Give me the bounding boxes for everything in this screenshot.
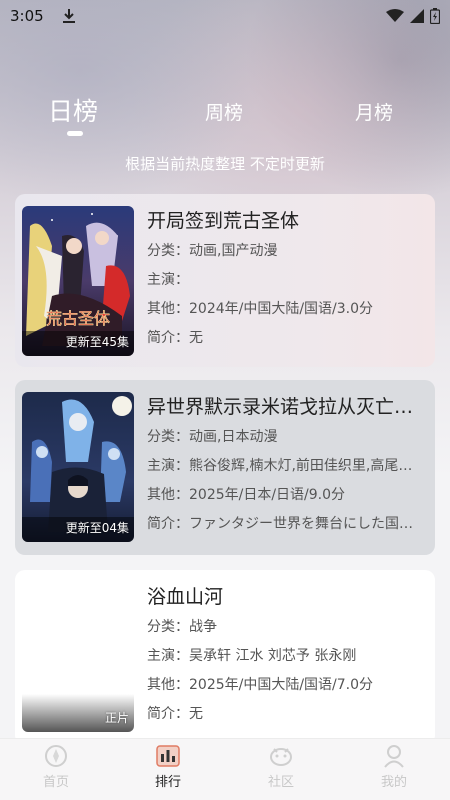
active-tab-indicator [67, 131, 83, 136]
item-cast: 主演：吴承轩 江水 刘芯予 张永刚 [147, 648, 357, 664]
status-bar: 3:05 [0, 0, 450, 32]
ranking-item[interactable]: 正片 浴血山河 分类：战争 主演：吴承轩 江水 刘芯予 张永刚 其他：2025年… [15, 570, 435, 745]
item-title: 异世界默示录米诺戈拉从灭亡… [147, 396, 414, 418]
nav-label: 我的 [380, 775, 407, 790]
nav-label: 社区 [267, 775, 294, 790]
item-intro: 简介：ファンタジー世界を舞台にした国… [147, 516, 413, 532]
episode-badge: 正片 [104, 711, 129, 725]
ranking-item[interactable]: 荒古圣体 更新至45集 开局签到荒古圣体 分类：动画,国产动漫 主演： 其他：2… [15, 194, 435, 367]
nav-label: 首页 [42, 775, 69, 790]
item-intro: 简介：无 [147, 330, 203, 346]
item-info: 开局签到荒古圣体 分类：动画,国产动漫 主演： 其他：2024年/中国大陆/国语… [147, 206, 427, 350]
item-cast: 主演： [147, 272, 189, 288]
item-category: 分类：战争 [147, 619, 217, 635]
episode-badge: 更新至45集 [65, 335, 129, 349]
item-title: 浴血山河 [147, 586, 224, 608]
signal-icon [410, 9, 424, 23]
item-title: 开局签到荒古圣体 [147, 210, 300, 232]
wifi-icon [386, 9, 404, 22]
battery-icon [430, 8, 440, 24]
ranking-item[interactable]: 更新至04集 异世界默示录米诺戈拉从灭亡… 分类：动画,日本动漫 主演：熊谷俊辉… [15, 380, 435, 555]
item-category: 分类：动画,日本动漫 [147, 429, 278, 445]
poster-title-art: 荒古圣体 [46, 309, 110, 328]
episode-badge: 更新至04集 [65, 521, 129, 535]
download-icon [62, 9, 75, 23]
status-time: 3:05 [10, 7, 44, 25]
item-info: 浴血山河 分类：战争 主演：吴承轩 江水 刘芯予 张永刚 其他：2025年/中国… [147, 582, 427, 726]
item-intro: 简介：无 [147, 706, 203, 722]
tab-weekly[interactable]: 周榜 [205, 98, 243, 125]
nav-ranking[interactable]: 排行 [128, 743, 208, 790]
tab-daily[interactable]: 日榜 [48, 92, 98, 128]
nav-label: 排行 [154, 775, 181, 790]
ranking-subtitle: 根据当前热度整理 不定时更新 [125, 155, 325, 173]
item-other: 其他：2025年/中国大陆/国语/7.0分 [147, 677, 374, 693]
nav-community[interactable]: 社区 [241, 743, 321, 790]
home-icon [45, 745, 67, 767]
item-other: 其他：2024年/中国大陆/国语/3.0分 [147, 301, 374, 317]
nav-home[interactable]: 首页 [16, 743, 96, 790]
bottom-nav: 首页 排行 社区 我的 [0, 738, 450, 800]
item-cast: 主演：熊谷俊辉,楠木灯,前田佳织里,高尾… [147, 458, 413, 474]
item-category: 分类：动画,国产动漫 [147, 243, 278, 259]
poster-image: 正片 [22, 580, 134, 732]
ranking-icon [156, 745, 180, 767]
item-info: 异世界默示录米诺戈拉从灭亡… 分类：动画,日本动漫 主演：熊谷俊辉,楠木灯,前田… [147, 392, 427, 536]
nav-profile[interactable]: 我的 [354, 743, 434, 790]
tab-monthly[interactable]: 月榜 [355, 98, 393, 125]
profile-icon [384, 745, 404, 768]
poster-image: 荒古圣体 更新至45集 [22, 206, 134, 356]
item-other: 其他：2025年/日本/日语/9.0分 [147, 487, 346, 503]
poster-image: 更新至04集 [22, 392, 134, 542]
community-icon [270, 748, 292, 766]
